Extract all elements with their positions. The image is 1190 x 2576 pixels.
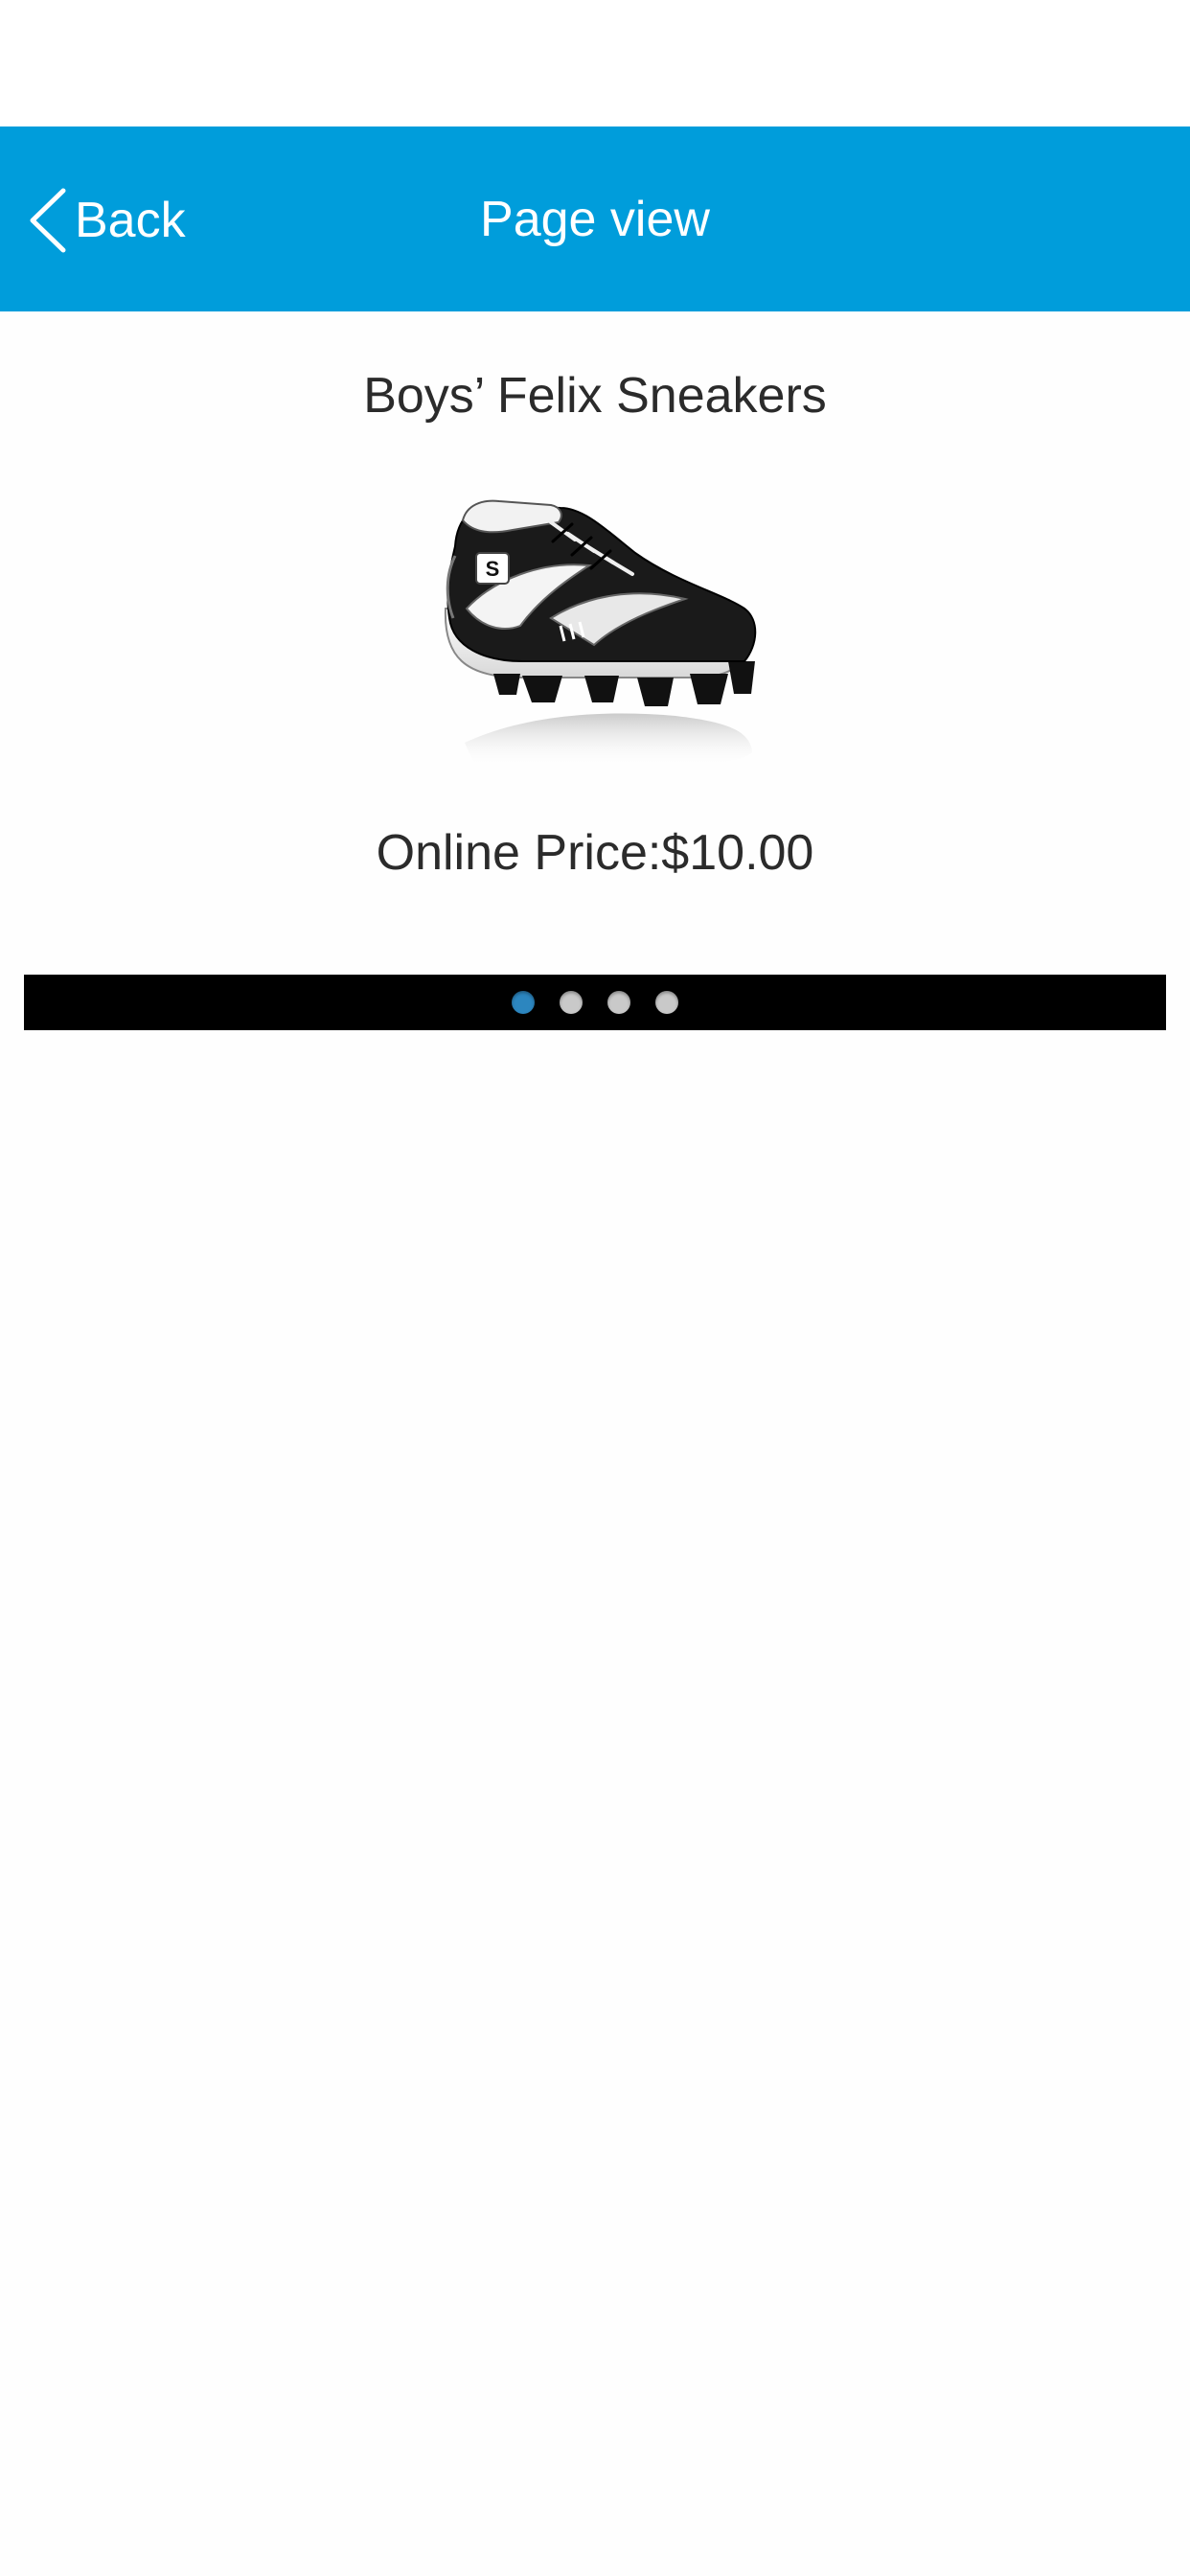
page-dot-4[interactable] — [655, 991, 678, 1014]
svg-text:S: S — [486, 557, 500, 581]
back-button[interactable]: Back — [27, 180, 186, 261]
page-dot-2[interactable] — [560, 991, 583, 1014]
page-indicator — [24, 975, 1166, 1030]
product-title: Boys’ Felix Sneakers — [363, 368, 827, 424]
price-text: Online Price:$10.00 — [376, 825, 814, 881]
back-label: Back — [75, 193, 186, 248]
page-dot-3[interactable] — [607, 991, 630, 1014]
chevron-left-icon — [27, 187, 69, 254]
page-dot-1[interactable] — [512, 991, 535, 1014]
sneaker-image[interactable]: S — [407, 465, 771, 791]
status-bar — [0, 0, 1190, 126]
navigation-bar: Page view Back — [0, 126, 1190, 311]
